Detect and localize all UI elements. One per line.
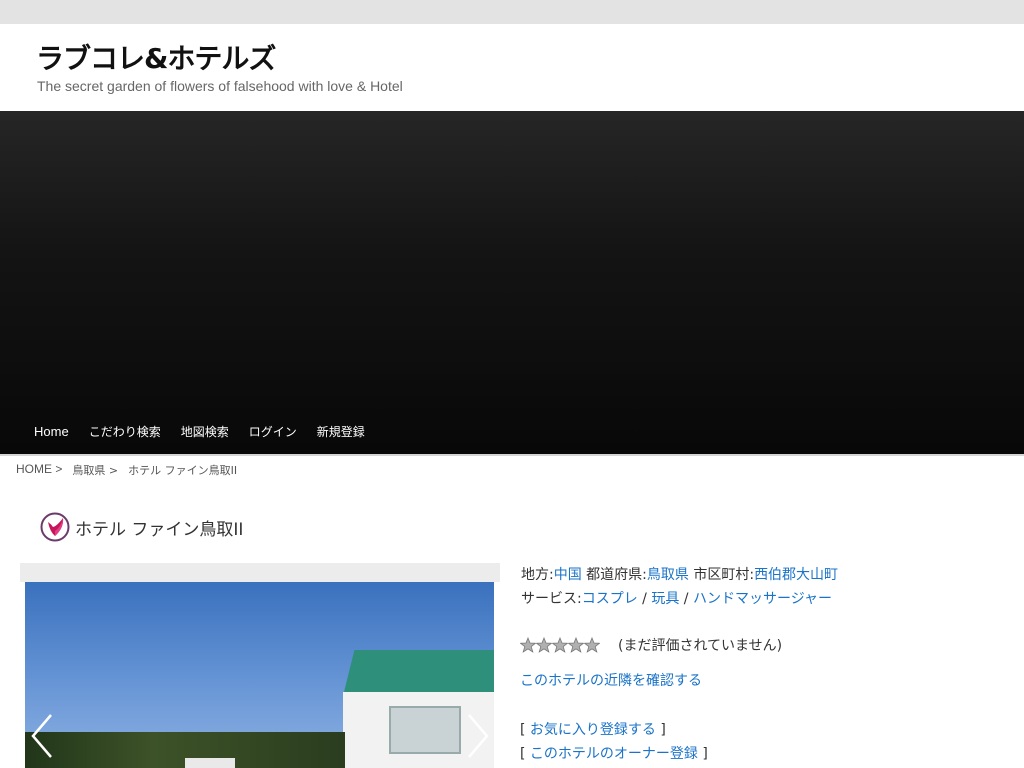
service-label: サービス: — [521, 591, 582, 607]
breadcrumb-home[interactable]: HOME > — [16, 462, 62, 478]
building-window — [389, 706, 461, 754]
hotel-info: 地方:中国 都道府県:鳥取県 市区町村:西伯郡大山町 サービス:コスプレ / 玩… — [521, 563, 838, 611]
nav-item-map-search[interactable]: 地図検索 — [171, 424, 239, 440]
bracket-close: ] — [660, 722, 666, 738]
next-arrow-icon[interactable] — [463, 712, 491, 760]
page-title: ホテル ファイン鳥取II — [75, 519, 244, 540]
breadcrumb-current: ホテル ファイン鳥取II — [128, 464, 238, 477]
owner-row: [ このホテルのオーナー登録 ] — [520, 743, 708, 763]
heart-logo-icon — [40, 512, 70, 542]
nav-item-register[interactable]: 新規登録 — [307, 424, 375, 440]
building-roof — [343, 650, 494, 696]
star-icon[interactable] — [520, 637, 536, 653]
divider — [0, 454, 1024, 456]
nav-item-home[interactable]: Home — [24, 424, 79, 440]
owner-register-link[interactable]: このホテルのオーナー登録 — [530, 746, 698, 762]
sign — [185, 758, 235, 768]
pref-label: 都道府県: — [586, 567, 647, 583]
favorite-link[interactable]: お気に入り登録する — [530, 722, 656, 738]
rating-text: (まだ評価されていません) — [618, 638, 783, 654]
city-link[interactable]: 西伯郡大山町 — [754, 567, 838, 583]
nav-item-detail-search[interactable]: こだわり検索 — [79, 424, 171, 440]
hotel-title-row: ホテル ファイン鳥取II — [40, 512, 243, 542]
prev-arrow-icon[interactable] — [29, 712, 57, 760]
bracket-close: ] — [702, 746, 708, 762]
service-link-toys[interactable]: 玩具 — [651, 591, 679, 607]
pref-link[interactable]: 鳥取県 — [647, 567, 689, 583]
star-icon[interactable] — [584, 637, 600, 653]
nearby-row: このホテルの近隣を確認する — [520, 670, 702, 690]
region-label: 地方: — [521, 567, 554, 583]
city-label: 市区町村: — [693, 567, 755, 583]
site-tagline: The secret garden of flowers of falsehoo… — [37, 78, 403, 94]
service-sep: / — [683, 591, 689, 607]
favorite-row: [ お気に入り登録する ] — [520, 719, 666, 739]
service-sep: / — [642, 591, 647, 607]
hotel-photo-slider[interactable] — [25, 582, 494, 768]
site-title[interactable]: ラブコレ&ホテルズ — [36, 37, 276, 77]
breadcrumb-prefecture[interactable]: 鳥取県 > — [72, 462, 118, 478]
breadcrumb: HOME > 鳥取県 > ホテル ファイン鳥取II — [16, 462, 247, 478]
bracket-open: [ — [520, 746, 526, 762]
nearby-link[interactable]: このホテルの近隣を確認する — [520, 673, 702, 689]
site-header: ラブコレ&ホテルズ The secret garden of flowers o… — [0, 24, 1024, 111]
star-icons[interactable] — [520, 637, 600, 653]
region-link[interactable]: 中国 — [554, 567, 582, 583]
star-icon[interactable] — [536, 637, 552, 653]
gallery-header — [20, 563, 500, 582]
rating-stars[interactable]: (まだ評価されていません) — [520, 635, 782, 655]
main-nav: Home こだわり検索 地図検索 ログイン 新規登録 — [24, 424, 375, 440]
star-icon[interactable] — [552, 637, 568, 653]
service-link-massager[interactable]: ハンドマッサージャー — [693, 591, 832, 607]
top-strip — [0, 0, 1024, 24]
services-row: サービス:コスプレ / 玩具 / ハンドマッサージャー — [521, 587, 838, 611]
location-row: 地方:中国 都道府県:鳥取県 市区町村:西伯郡大山町 — [521, 563, 838, 587]
nav-item-login[interactable]: ログイン — [239, 424, 307, 440]
bracket-open: [ — [520, 722, 526, 738]
service-link-cosplay[interactable]: コスプレ — [582, 591, 638, 607]
star-icon[interactable] — [568, 637, 584, 653]
hero-banner: Home こだわり検索 地図検索 ログイン 新規登録 — [0, 111, 1024, 454]
